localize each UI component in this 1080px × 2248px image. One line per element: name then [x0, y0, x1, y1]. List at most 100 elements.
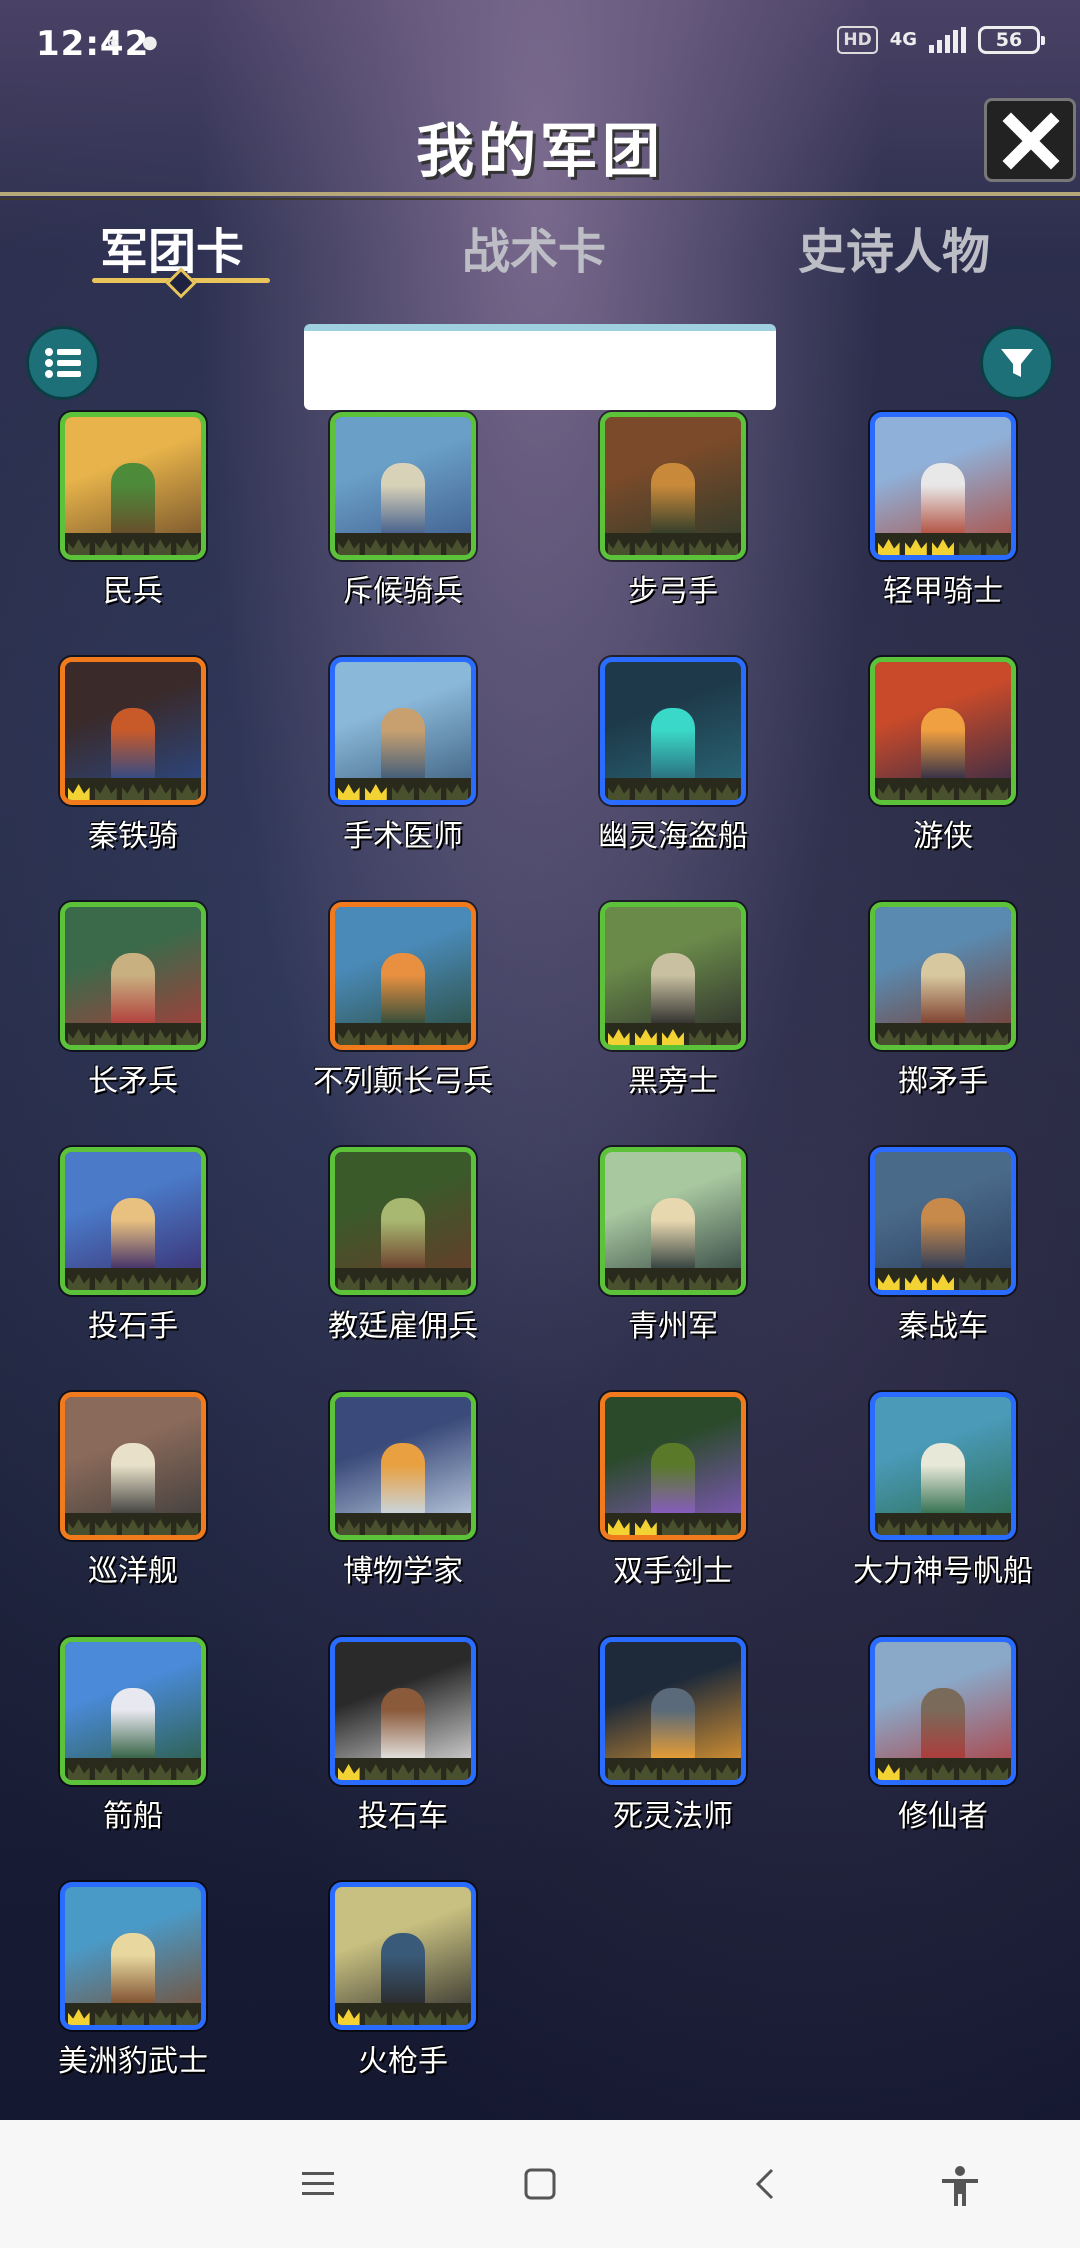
- crown-icon: [877, 1029, 900, 1045]
- unit-portrait[interactable]: [870, 902, 1016, 1050]
- unit-portrait[interactable]: [60, 657, 206, 805]
- crown-icon: [419, 1274, 442, 1290]
- unit-card[interactable]: 幽灵海盗船: [540, 653, 770, 883]
- menu-icon[interactable]: [298, 2164, 338, 2204]
- unit-figure: [921, 463, 965, 537]
- unit-portrait[interactable]: [870, 657, 1016, 805]
- back-icon[interactable]: [746, 2164, 786, 2204]
- unit-card[interactable]: 巡洋舰: [0, 1388, 230, 1618]
- filter-button[interactable]: [980, 326, 1054, 400]
- crown-icon: [94, 539, 117, 555]
- crown-icon: [904, 1764, 927, 1780]
- star-rating: [605, 1758, 741, 1780]
- unit-portrait[interactable]: [330, 657, 476, 805]
- crown-icon: [121, 784, 144, 800]
- tab-legion-cards[interactable]: 军团卡: [100, 212, 244, 282]
- crown-icon: [661, 1029, 684, 1045]
- crown-icon: [959, 1274, 982, 1290]
- accessibility-icon[interactable]: [938, 2164, 982, 2208]
- tab-epic-characters[interactable]: 史诗人物: [798, 212, 990, 282]
- unit-portrait[interactable]: [600, 1147, 746, 1295]
- unit-portrait[interactable]: [60, 1882, 206, 2030]
- unit-card[interactable]: 火枪手: [270, 1878, 500, 2108]
- unit-card[interactable]: 轻甲骑士: [810, 408, 1040, 638]
- unit-card[interactable]: 博物学家: [270, 1388, 500, 1618]
- star-rating: [605, 1268, 741, 1290]
- unit-name: 双手剑士: [613, 1554, 733, 1589]
- crown-icon: [121, 2009, 144, 2025]
- unit-card[interactable]: 掷矛手: [810, 898, 1040, 1128]
- star-rating: [335, 1513, 471, 1535]
- unit-figure: [651, 1688, 695, 1762]
- unit-portrait[interactable]: [870, 412, 1016, 560]
- unit-portrait[interactable]: [870, 1392, 1016, 1540]
- unit-portrait[interactable]: [60, 1637, 206, 1785]
- unit-card[interactable]: 民兵: [0, 408, 230, 638]
- crown-icon: [986, 1519, 1009, 1535]
- unit-card[interactable]: 游侠: [810, 653, 1040, 883]
- network-type: 4G: [889, 29, 917, 50]
- unit-card[interactable]: 修仙者: [810, 1633, 1040, 1863]
- unit-card[interactable]: 大力神号帆船: [810, 1388, 1040, 1618]
- unit-card[interactable]: 斥候骑兵: [270, 408, 500, 638]
- star-rating: [335, 533, 471, 555]
- unit-portrait[interactable]: [870, 1637, 1016, 1785]
- crown-icon: [149, 2009, 172, 2025]
- unit-card[interactable]: 青州军: [540, 1143, 770, 1373]
- search-input[interactable]: [304, 324, 776, 410]
- unit-card[interactable]: 手术医师: [270, 653, 500, 883]
- unit-portrait[interactable]: [600, 657, 746, 805]
- unit-card[interactable]: 长矛兵: [0, 898, 230, 1128]
- unit-portrait[interactable]: [330, 1147, 476, 1295]
- unit-portrait[interactable]: [870, 1147, 1016, 1295]
- unit-name: 教廷雇佣兵: [328, 1309, 478, 1344]
- unit-card[interactable]: 步弓手: [540, 408, 770, 638]
- crown-icon: [446, 784, 469, 800]
- unit-portrait[interactable]: [330, 1392, 476, 1540]
- crown-icon: [419, 1519, 442, 1535]
- unit-portrait[interactable]: [60, 412, 206, 560]
- unit-card[interactable]: 箭船: [0, 1633, 230, 1863]
- list-view-button[interactable]: [26, 326, 100, 400]
- unit-card[interactable]: 秦铁骑: [0, 653, 230, 883]
- crown-icon: [634, 1764, 657, 1780]
- unit-figure: [111, 1443, 155, 1517]
- star-rating: [335, 2003, 471, 2025]
- crown-icon: [986, 1029, 1009, 1045]
- crown-icon: [716, 784, 739, 800]
- unit-figure: [651, 1198, 695, 1272]
- unit-portrait[interactable]: [60, 902, 206, 1050]
- unit-portrait[interactable]: [60, 1392, 206, 1540]
- unit-name: 不列颠长弓兵: [313, 1064, 493, 1099]
- unit-card[interactable]: 教廷雇佣兵: [270, 1143, 500, 1373]
- unit-name: 箭船: [103, 1799, 163, 1834]
- unit-portrait[interactable]: [600, 1392, 746, 1540]
- close-button[interactable]: [984, 98, 1076, 182]
- unit-portrait[interactable]: [60, 1147, 206, 1295]
- crown-icon: [364, 1519, 387, 1535]
- crown-icon: [634, 1519, 657, 1535]
- unit-portrait[interactable]: [330, 902, 476, 1050]
- home-icon[interactable]: [520, 2164, 560, 2204]
- unit-card[interactable]: 不列颠长弓兵: [270, 898, 500, 1128]
- unit-portrait[interactable]: [600, 1637, 746, 1785]
- unit-name: 秦铁骑: [88, 819, 178, 854]
- unit-card[interactable]: 美洲豹武士: [0, 1878, 230, 2108]
- crown-icon: [446, 2009, 469, 2025]
- crown-icon: [364, 539, 387, 555]
- unit-figure: [381, 953, 425, 1027]
- unit-card[interactable]: 死灵法师: [540, 1633, 770, 1863]
- crown-icon: [391, 1029, 414, 1045]
- tab-tactic-cards[interactable]: 战术卡: [462, 212, 606, 282]
- unit-card[interactable]: 秦战车: [810, 1143, 1040, 1373]
- unit-card[interactable]: 投石手: [0, 1143, 230, 1373]
- unit-card[interactable]: 投石车: [270, 1633, 500, 1863]
- unit-portrait[interactable]: [330, 1882, 476, 2030]
- unit-card[interactable]: 双手剑士: [540, 1388, 770, 1618]
- unit-portrait[interactable]: [330, 412, 476, 560]
- unit-portrait[interactable]: [600, 412, 746, 560]
- unit-portrait[interactable]: [330, 1637, 476, 1785]
- unit-card[interactable]: 黑旁士: [540, 898, 770, 1128]
- crown-icon: [176, 1274, 199, 1290]
- unit-portrait[interactable]: [600, 902, 746, 1050]
